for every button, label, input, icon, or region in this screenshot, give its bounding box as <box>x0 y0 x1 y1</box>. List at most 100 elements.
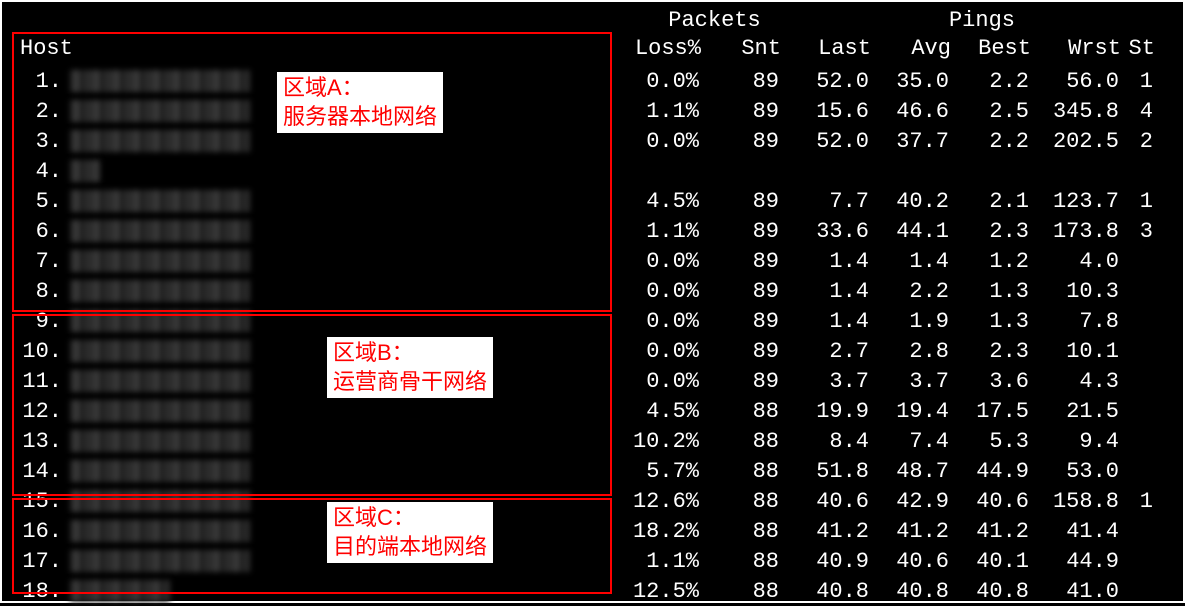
hop-number: 8. <box>2 279 62 304</box>
hop-avg: 40.8 <box>873 579 953 604</box>
hop-best: 1.2 <box>953 249 1033 274</box>
hop-loss: 18.2% <box>613 519 703 544</box>
hop-avg: 19.4 <box>873 399 953 424</box>
hop-snt: 89 <box>703 69 783 94</box>
hop-last: 15.6 <box>783 99 873 124</box>
hop-stats: 0.0%8952.037.72.2202.52 <box>613 129 1183 154</box>
hop-st: 1 <box>1123 489 1153 514</box>
hop-last: 41.2 <box>783 519 873 544</box>
hop-avg: 1.9 <box>873 309 953 334</box>
hop-wrst: 9.4 <box>1033 429 1123 454</box>
region-c-desc: 目的端本地网络 <box>333 534 487 559</box>
hop-snt: 89 <box>703 189 783 214</box>
hop-row: 18.12.5%8840.840.840.841.0 <box>2 576 1183 606</box>
hop-number: 2. <box>2 99 62 124</box>
pings-group-header: Pings <box>812 8 1152 33</box>
region-b-desc: 运营商骨干网络 <box>333 369 487 394</box>
hop-st <box>1123 369 1153 394</box>
region-a-title: 区域A： <box>283 75 364 100</box>
hop-number: 4. <box>2 159 62 184</box>
hop-wrst: 41.4 <box>1033 519 1123 544</box>
hop-snt: 89 <box>703 279 783 304</box>
hop-best: 40.6 <box>953 489 1033 514</box>
hop-avg: 2.2 <box>873 279 953 304</box>
hop-snt: 88 <box>703 429 783 454</box>
hop-loss: 12.6% <box>613 489 703 514</box>
hop-best: 2.1 <box>953 189 1033 214</box>
hop-address-blurred <box>70 550 250 572</box>
hop-avg: 42.9 <box>873 489 953 514</box>
hop-wrst: 4.0 <box>1033 249 1123 274</box>
hop-stats: 4.5%897.740.22.1123.71 <box>613 189 1183 214</box>
hop-row: 14.5.7%8851.848.744.953.0 <box>2 456 1183 486</box>
hop-snt: 89 <box>703 249 783 274</box>
hop-stats: 0.0%893.73.73.64.3 <box>613 369 1183 394</box>
hop-row: 6.1.1%8933.644.12.3173.83 <box>2 216 1183 246</box>
hop-wrst: 345.8 <box>1033 99 1123 124</box>
hop-stats: 0.0%8952.035.02.256.01 <box>613 69 1183 94</box>
hop-st: 4 <box>1123 99 1153 124</box>
hop-address-blurred <box>70 580 170 602</box>
hop-row: 2.1.1%8915.646.62.5345.84 <box>2 96 1183 126</box>
hop-stats: 12.6%8840.642.940.6158.81 <box>613 489 1183 514</box>
hop-wrst: 4.3 <box>1033 369 1123 394</box>
hop-stats: 1.1%8915.646.62.5345.84 <box>613 99 1183 124</box>
hop-row: 9.0.0%891.41.91.37.8 <box>2 306 1183 336</box>
hop-number: 16. <box>2 519 62 544</box>
hop-last: 52.0 <box>783 129 873 154</box>
hop-best: 2.2 <box>953 129 1033 154</box>
hop-stats: 10.2%888.47.45.39.4 <box>613 429 1183 454</box>
hop-last: 52.0 <box>783 69 873 94</box>
hop-number: 10. <box>2 339 62 364</box>
hop-row: 16.18.2%8841.241.241.241.4 <box>2 516 1183 546</box>
hop-st: 2 <box>1123 129 1153 154</box>
hop-best: 1.3 <box>953 279 1033 304</box>
hop-snt: 89 <box>703 309 783 334</box>
hop-avg: 7.4 <box>873 429 953 454</box>
hop-rows: 1.0.0%8952.035.02.256.012.1.1%8915.646.6… <box>2 66 1183 606</box>
hop-last: 40.9 <box>783 549 873 574</box>
hop-snt: 89 <box>703 219 783 244</box>
column-groups: Packets Pings <box>617 8 1183 33</box>
hop-address-blurred <box>70 100 250 122</box>
hop-last: 3.7 <box>783 369 873 394</box>
hop-loss: 0.0% <box>613 339 703 364</box>
hop-address-blurred <box>70 490 250 512</box>
hop-row: 15.12.6%8840.642.940.6158.81 <box>2 486 1183 516</box>
last-header: Last <box>785 36 875 61</box>
hop-st <box>1123 339 1153 364</box>
hop-row: 8.0.0%891.42.21.310.3 <box>2 276 1183 306</box>
hop-snt: 88 <box>703 579 783 604</box>
hop-last: 40.8 <box>783 579 873 604</box>
hop-stats: 4.5%8819.919.417.521.5 <box>613 399 1183 424</box>
hop-snt: 89 <box>703 99 783 124</box>
hop-number: 6. <box>2 219 62 244</box>
hop-loss: 1.1% <box>613 99 703 124</box>
hop-stats: 5.7%8851.848.744.953.0 <box>613 459 1183 484</box>
hop-row: 13.10.2%888.47.45.39.4 <box>2 426 1183 456</box>
hop-st: 3 <box>1123 219 1153 244</box>
hop-wrst: 10.1 <box>1033 339 1123 364</box>
hop-wrst: 56.0 <box>1033 69 1123 94</box>
hop-stats: 0.0%891.41.91.37.8 <box>613 309 1183 334</box>
hop-best: 44.9 <box>953 459 1033 484</box>
hop-loss: 0.0% <box>613 249 703 274</box>
hop-wrst: 158.8 <box>1033 489 1123 514</box>
hop-last: 19.9 <box>783 399 873 424</box>
hop-stats: 1.1%8933.644.12.3173.83 <box>613 219 1183 244</box>
hop-wrst: 202.5 <box>1033 129 1123 154</box>
hop-number: 15. <box>2 489 62 514</box>
hop-best: 40.8 <box>953 579 1033 604</box>
hop-snt: 89 <box>703 339 783 364</box>
hop-snt: 89 <box>703 369 783 394</box>
hop-best: 3.6 <box>953 369 1033 394</box>
hop-avg: 3.7 <box>873 369 953 394</box>
hop-loss: 0.0% <box>613 279 703 304</box>
hop-best: 40.1 <box>953 549 1033 574</box>
hop-wrst: 44.9 <box>1033 549 1123 574</box>
hop-best: 2.3 <box>953 219 1033 244</box>
hop-address-blurred <box>70 220 250 242</box>
hop-loss: 5.7% <box>613 459 703 484</box>
hop-loss: 1.1% <box>613 549 703 574</box>
region-a-label: 区域A： 服务器本地网络 <box>277 72 443 133</box>
